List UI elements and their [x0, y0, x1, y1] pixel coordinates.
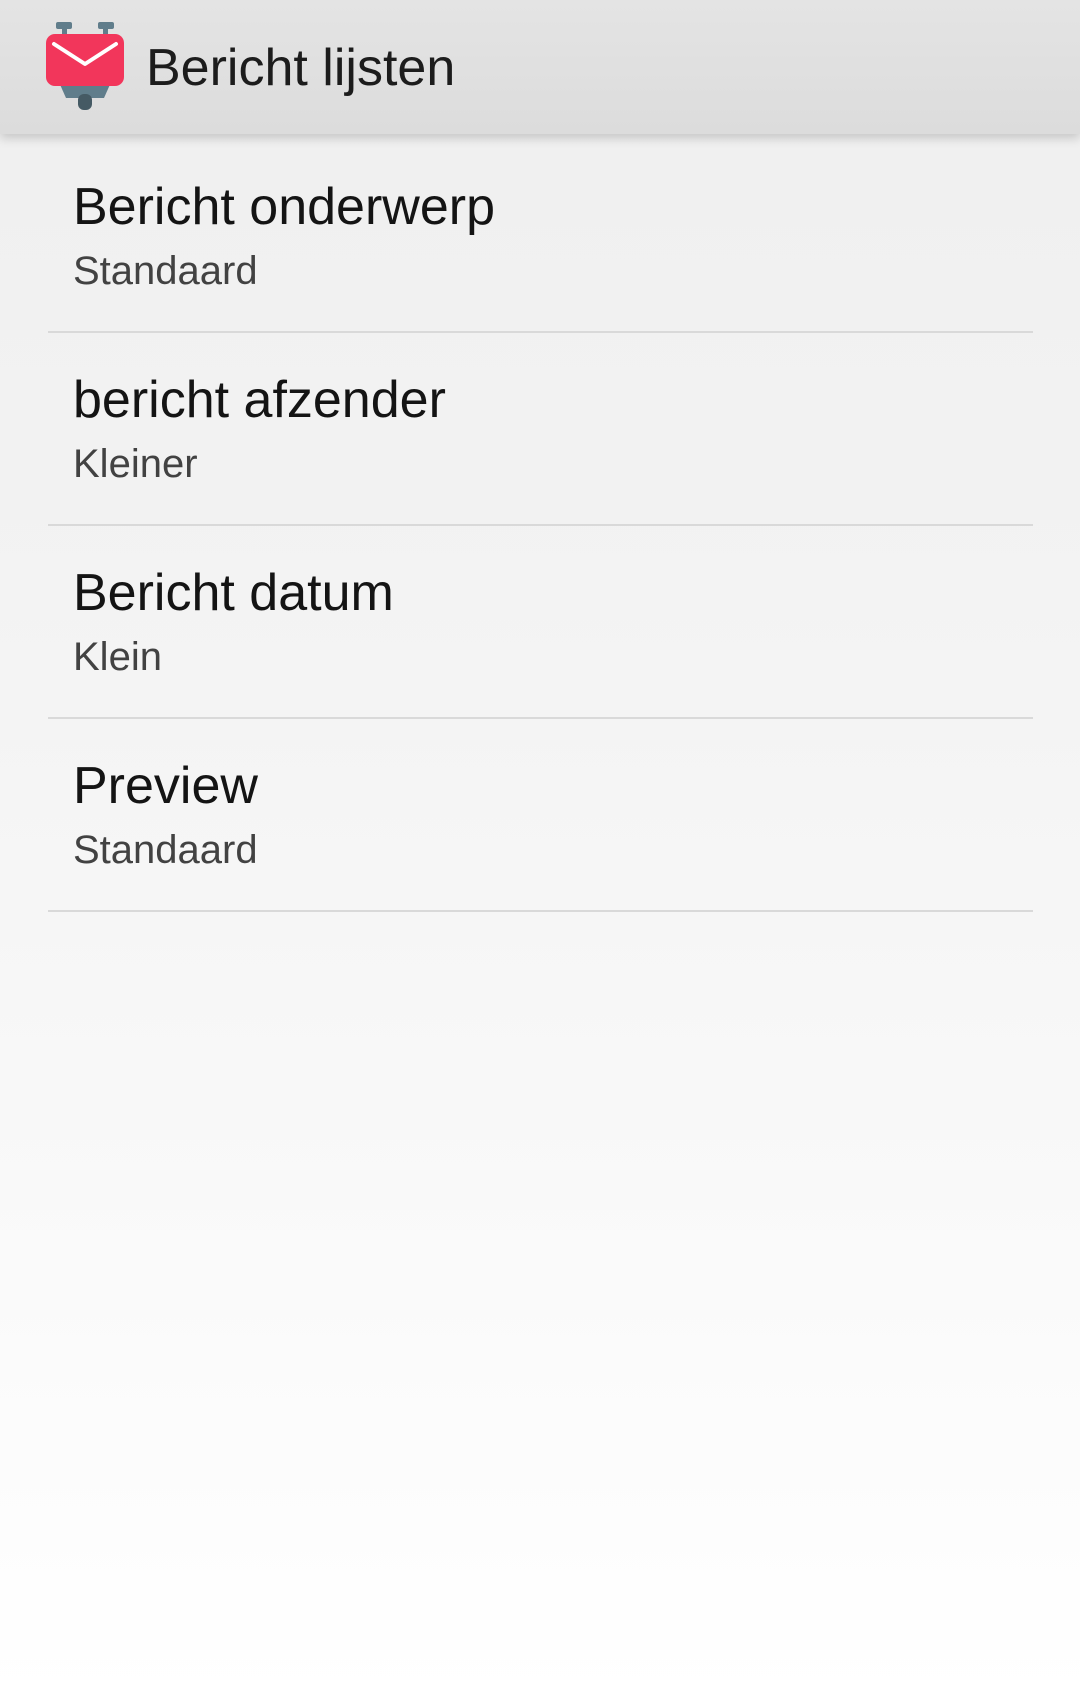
pref-item-preview[interactable]: Preview Standaard — [48, 719, 1033, 912]
pref-summary: Klein — [73, 635, 162, 679]
pref-item-message-date[interactable]: Bericht datum Klein — [48, 526, 1033, 719]
page-title: Bericht lijsten — [146, 39, 456, 97]
pref-title: Preview — [73, 757, 258, 815]
app-logo-icon — [46, 22, 124, 110]
pref-item-message-subject[interactable]: Bericht onderwerp Standaard — [48, 140, 1033, 333]
pref-title: Bericht onderwerp — [73, 178, 495, 236]
pref-summary: Kleiner — [73, 442, 198, 486]
pref-title: Bericht datum — [73, 564, 394, 622]
pref-item-message-sender[interactable]: bericht afzender Kleiner — [48, 333, 1033, 526]
pref-summary: Standaard — [73, 828, 258, 872]
app-bar: Bericht lijsten — [0, 0, 1080, 134]
pref-title: bericht afzender — [73, 371, 446, 429]
pref-summary: Standaard — [73, 249, 258, 293]
preference-list: Bericht onderwerp Standaard bericht afze… — [48, 140, 1033, 912]
